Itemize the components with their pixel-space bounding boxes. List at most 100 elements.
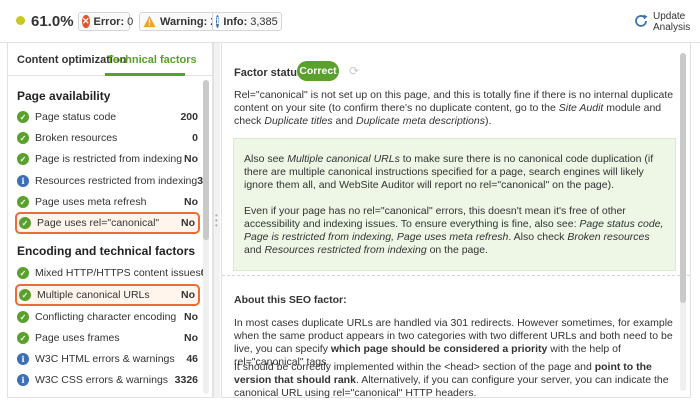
info-icon: i: [216, 15, 220, 28]
info-count: 3,385: [250, 15, 278, 28]
factor-value: No: [181, 289, 195, 301]
panel-splitter[interactable]: • • •: [213, 43, 220, 398]
factor-value: No: [184, 311, 198, 323]
resources-restricted-ref: Resources restricted from indexing: [264, 244, 427, 256]
right-scrollbar-thumb[interactable]: [680, 53, 686, 303]
status-badge: Correct: [297, 61, 339, 81]
active-tab-indicator: [105, 73, 185, 76]
factor-item-meta-refresh[interactable]: ✓ Page uses meta refresh No: [17, 193, 198, 211]
factor-label: Broken resources: [35, 132, 118, 144]
text-run: and: [244, 244, 265, 256]
factor-item-mixed-content[interactable]: ✓ Mixed HTTP/HTTPS content issues 0: [17, 264, 207, 282]
section-title-encoding: Encoding and technical factors: [17, 244, 196, 258]
factor-label: W3C HTML errors & warnings: [35, 353, 175, 365]
factor-item-w3c-css[interactable]: i W3C CSS errors & warnings 3326: [17, 371, 198, 389]
about-factor-title: About this SEO factor:: [234, 294, 347, 306]
factor-value: No: [184, 196, 198, 208]
info-icon: i: [17, 374, 29, 386]
factor-item-rel-canonical[interactable]: ✓ Page uses rel="canonical" No: [15, 212, 200, 234]
warning-label: Warning:: [160, 15, 208, 28]
check-icon: ✓: [17, 332, 29, 344]
check-icon: ✓: [17, 311, 29, 323]
info-icon: i: [17, 353, 29, 365]
factor-label: Multiple canonical URLs: [37, 289, 150, 301]
factor-value: 46: [186, 353, 198, 365]
optimization-score: 61.0%: [31, 13, 74, 30]
right-scrollbar[interactable]: [680, 53, 686, 391]
info-label: Info:: [223, 15, 248, 28]
factor-detail-panel: Factor status: Correct ⟳ Rel="canonical"…: [221, 43, 691, 400]
error-count: 0: [127, 15, 134, 28]
section-divider: [222, 275, 690, 276]
update-label-line2: Analysis: [653, 22, 691, 33]
update-label-line1: Update: [653, 11, 686, 22]
factor-value: No: [181, 217, 195, 229]
factors-panel: Content optimization Technical factors P…: [7, 43, 214, 398]
left-scrollbar[interactable]: [203, 80, 209, 394]
factor-tabs: Content optimization Technical factors: [8, 43, 214, 76]
status-description: Rel="canonical" is not set up on this pa…: [234, 89, 674, 128]
check-icon: ✓: [17, 132, 29, 144]
error-label: Error:: [93, 15, 125, 28]
warning-icon: [143, 15, 156, 28]
factor-item-conflicting-encoding[interactable]: ✓ Conflicting character encoding No: [17, 308, 198, 326]
factor-value: 200: [180, 111, 198, 123]
factor-value: No: [184, 332, 198, 344]
error-count-badge[interactable]: ✕ Error: 0: [78, 12, 134, 31]
text-run: on the page.: [426, 244, 488, 256]
text-run: ).: [484, 115, 492, 127]
broken-resources-ref: Broken resources: [567, 231, 650, 243]
top-bar: 61.0% ✕ Error: 0 Warning: 23 i Info: 3,3…: [0, 0, 700, 43]
check-icon: ✓: [17, 153, 29, 165]
factor-item-page-status-code[interactable]: ✓ Page status code 200: [17, 108, 198, 126]
splitter-grip-icon: • • •: [215, 211, 218, 230]
factor-value: 3326: [174, 374, 198, 386]
check-icon: ✓: [17, 111, 29, 123]
recheck-icon[interactable]: ⟳: [349, 64, 359, 78]
error-icon: ✕: [82, 15, 90, 28]
priority-emphasis: which page should be considered a priori…: [330, 343, 548, 355]
factor-label: Page is restricted from indexing: [35, 153, 183, 165]
refresh-icon: [635, 14, 648, 27]
factor-item-restricted-indexing[interactable]: ✓ Page is restricted from indexing No: [17, 150, 198, 168]
factor-label: Conflicting character encoding: [35, 311, 177, 323]
check-icon: ✓: [17, 196, 29, 208]
text-run: . Also check: [508, 231, 568, 243]
related-factors-box: Also see Multiple canonical URLs to make…: [233, 138, 676, 271]
factor-item-frames[interactable]: ✓ Page uses frames No: [17, 329, 198, 347]
info-count-badge[interactable]: i Info: 3,385: [212, 12, 282, 31]
multiple-canonical-ref: Multiple canonical URLs: [287, 153, 400, 165]
factor-item-resources-restricted[interactable]: i Resources restricted from indexing 3: [17, 172, 203, 190]
factor-label: W3C CSS errors & warnings: [35, 374, 169, 386]
text-run: Even if your page has no rel="canonical"…: [244, 205, 626, 230]
factor-label: Page status code: [35, 111, 117, 123]
tab-technical-factors[interactable]: Technical factors: [107, 54, 197, 66]
factor-value: 0: [192, 132, 198, 144]
about-paragraph-2: It should be correctly implemented withi…: [234, 361, 674, 400]
factor-label: Page uses rel="canonical": [37, 217, 160, 229]
factor-value: No: [184, 153, 198, 165]
check-icon: ✓: [19, 289, 31, 301]
score-indicator-icon: [16, 16, 25, 25]
check-icon: ✓: [19, 217, 31, 229]
factor-item-broken-resources[interactable]: ✓ Broken resources 0: [17, 129, 198, 147]
text-run: Also see: [244, 153, 288, 165]
factor-item-multiple-canonical[interactable]: ✓ Multiple canonical URLs No: [15, 284, 200, 306]
factor-label: Resources restricted from indexing: [35, 175, 198, 187]
factor-label: Page uses meta refresh: [35, 196, 147, 208]
section-title-page-availability: Page availability: [17, 89, 111, 103]
duplicate-titles-ref: Duplicate titles: [264, 115, 333, 127]
text-run: and: [332, 115, 356, 127]
related-paragraph-2: Even if your page has no rel="canonical"…: [244, 205, 664, 257]
factor-item-w3c-html[interactable]: i W3C HTML errors & warnings 46: [17, 350, 198, 368]
check-icon: ✓: [17, 267, 29, 279]
related-paragraph-1: Also see Multiple canonical URLs to make…: [244, 153, 664, 192]
info-icon: i: [17, 175, 29, 187]
left-scrollbar-thumb[interactable]: [203, 80, 209, 240]
site-audit-ref: Site Audit: [558, 102, 604, 114]
update-analysis-button[interactable]: Update Analysis: [633, 11, 690, 33]
factor-label: Mixed HTTP/HTTPS content issues: [35, 267, 201, 279]
factor-label: Page uses frames: [35, 332, 120, 344]
duplicate-meta-ref: Duplicate meta descriptions: [356, 115, 485, 127]
factor-status-label: Factor status:: [234, 67, 307, 79]
